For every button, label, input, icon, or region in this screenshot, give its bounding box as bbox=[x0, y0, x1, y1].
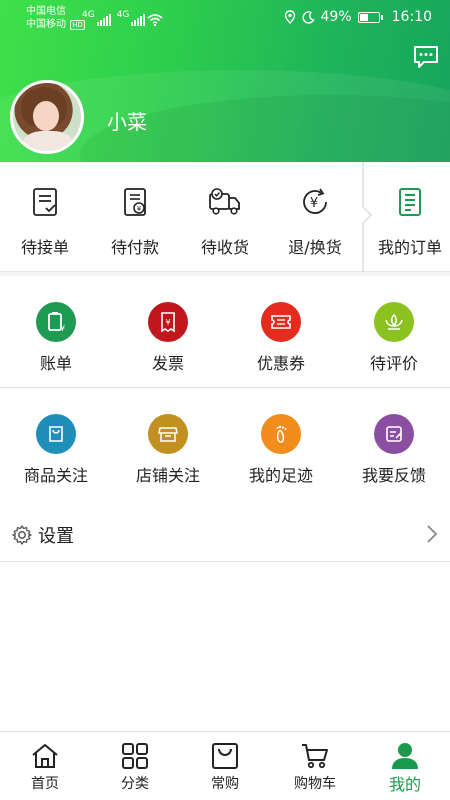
nav-cart[interactable]: 购物车 bbox=[270, 732, 360, 800]
order-label: 待付款 bbox=[110, 238, 159, 257]
cart-icon bbox=[302, 744, 328, 769]
carrier-info: 中国电信 中国移动 HD bbox=[26, 5, 85, 32]
user-icon bbox=[392, 743, 418, 769]
order-pending-receipt[interactable]: 待收货 bbox=[180, 162, 270, 272]
product-follow-button[interactable]: 商品关注 bbox=[0, 388, 112, 500]
svg-text:¥: ¥ bbox=[60, 324, 65, 333]
shopping-bag-icon bbox=[212, 743, 238, 769]
svg-text:¥: ¥ bbox=[137, 205, 142, 213]
nav-frequent[interactable]: 常购 bbox=[180, 732, 270, 800]
network-type-2: 4G bbox=[116, 10, 130, 20]
nav-mine[interactable]: 我的 bbox=[360, 732, 450, 800]
battery-icon bbox=[357, 11, 383, 23]
my-orders-button[interactable]: 我的订单 bbox=[370, 162, 450, 272]
yen-document-icon: ¥ bbox=[124, 188, 146, 216]
profile-header: 中国电信 中国移动 HD 4G 4G 49% 16:10 小菜 bbox=[0, 0, 450, 162]
carrier-1: 中国电信 bbox=[26, 6, 66, 17]
avatar-body bbox=[23, 131, 73, 151]
pending-review-button[interactable]: 待评价 bbox=[338, 276, 450, 388]
order-label: 待接单 bbox=[20, 238, 69, 257]
order-label: 退/换货 bbox=[288, 238, 342, 257]
gear-icon bbox=[12, 525, 32, 545]
clipboard-check-icon bbox=[33, 188, 57, 216]
signal-bars-icon bbox=[96, 14, 111, 26]
coupon-icon bbox=[261, 302, 301, 342]
settings-row[interactable]: 设置 bbox=[0, 512, 450, 560]
invoice-button[interactable]: ¥ 发票 bbox=[112, 276, 224, 388]
grid-label: 账单 bbox=[39, 354, 72, 373]
battery-fill bbox=[359, 13, 369, 21]
bag-icon bbox=[36, 414, 76, 454]
order-pending-accept[interactable]: 待接单 bbox=[0, 162, 90, 272]
lotus-icon bbox=[374, 302, 414, 342]
avatar[interactable] bbox=[10, 80, 84, 154]
network-type-1: 4G bbox=[82, 10, 95, 20]
home-icon bbox=[32, 744, 58, 768]
grid-label: 店铺关注 bbox=[135, 466, 200, 485]
nav-label: 首页 bbox=[31, 776, 59, 792]
wifi-icon bbox=[147, 14, 163, 26]
status-right: 49% 16:10 bbox=[284, 9, 432, 25]
order-pending-payment[interactable]: ¥ 待付款 bbox=[90, 162, 180, 272]
grid-label: 我的足迹 bbox=[248, 466, 313, 485]
order-status-row: 待接单 ¥ 待付款 待收货 ¥ 退/换货 我的订单 bbox=[0, 162, 450, 272]
follow-shortcuts: 商品关注 店铺关注 我的足迹 我要反馈 bbox=[0, 388, 450, 500]
coupon-button[interactable]: 优惠券 bbox=[225, 276, 337, 388]
nav-label: 常购 bbox=[211, 776, 239, 792]
chevron-right-icon bbox=[427, 525, 438, 543]
message-icon[interactable] bbox=[412, 44, 440, 70]
battery-percent: 49% bbox=[320, 9, 352, 25]
grid-label: 我要反馈 bbox=[361, 466, 426, 485]
nav-label: 分类 bbox=[121, 776, 149, 792]
footprint-button[interactable]: 我的足迹 bbox=[225, 388, 337, 500]
category-grid-icon bbox=[122, 743, 148, 769]
username[interactable]: 小菜 bbox=[107, 106, 147, 135]
bills-button[interactable]: ¥ 账单 bbox=[0, 276, 112, 388]
store-icon bbox=[148, 414, 188, 454]
nav-label: 我的 bbox=[388, 775, 421, 794]
finance-shortcuts: ¥ 账单 ¥ 发票 优惠券 待评价 bbox=[0, 276, 450, 388]
nav-category[interactable]: 分类 bbox=[90, 732, 180, 800]
clock: 16:10 bbox=[391, 9, 432, 25]
moon-icon bbox=[301, 10, 315, 24]
settings-label: 设置 bbox=[38, 526, 74, 547]
order-refund-exchange[interactable]: ¥ 退/换货 bbox=[270, 162, 360, 272]
svg-text:¥: ¥ bbox=[310, 196, 318, 211]
delivery-truck-icon bbox=[209, 188, 240, 215]
carrier-2: 中国移动 HD bbox=[26, 19, 85, 30]
signal-indicators: 4G 4G bbox=[82, 10, 163, 26]
grid-label: 商品关注 bbox=[23, 466, 88, 485]
grid-label: 待评价 bbox=[369, 354, 418, 373]
feedback-icon bbox=[374, 414, 414, 454]
divider bbox=[0, 561, 450, 562]
yen-refresh-icon: ¥ bbox=[303, 188, 327, 214]
bottom-nav: 首页 分类 常购 购物车 我的 bbox=[0, 731, 450, 800]
location-icon bbox=[284, 10, 295, 24]
signal-bars-icon bbox=[131, 14, 146, 26]
footprint-icon bbox=[261, 414, 301, 454]
grid-label: 优惠券 bbox=[256, 354, 305, 373]
nav-home[interactable]: 首页 bbox=[0, 732, 90, 800]
grid-label: 发票 bbox=[151, 354, 184, 373]
avatar-face bbox=[33, 101, 59, 131]
status-bar: 中国电信 中国移动 HD 4G 4G 49% 16:10 bbox=[0, 0, 450, 38]
order-label: 待收货 bbox=[200, 238, 249, 257]
nav-label: 购物车 bbox=[294, 776, 336, 792]
bill-icon: ¥ bbox=[36, 302, 76, 342]
order-list-icon bbox=[399, 188, 421, 216]
svg-text:¥: ¥ bbox=[165, 318, 170, 327]
store-follow-button[interactable]: 店铺关注 bbox=[112, 388, 224, 500]
profile-screen: 中国电信 中国移动 HD 4G 4G 49% 16:10 小菜 待接单 ¥ 待付… bbox=[0, 0, 450, 800]
feedback-button[interactable]: 我要反馈 bbox=[338, 388, 450, 500]
order-label: 我的订单 bbox=[377, 238, 442, 257]
invoice-icon: ¥ bbox=[148, 302, 188, 342]
